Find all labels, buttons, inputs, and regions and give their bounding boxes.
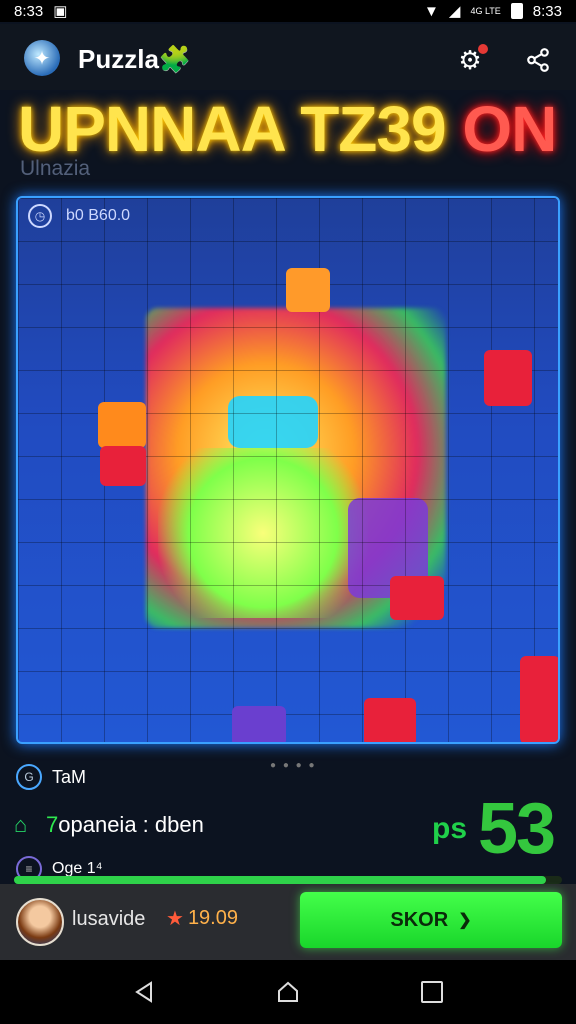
avatar[interactable] <box>16 898 64 946</box>
team-icon: G <box>16 764 42 790</box>
puzzle-board[interactable]: ◷ b0 B60.0 <box>16 196 560 744</box>
loose-piece-orange-left[interactable] <box>98 402 146 448</box>
wifi-icon: ▼ <box>424 2 439 20</box>
status-bar: 8:33 ▣ ▼ ◢ 4G LTE 8:33 <box>0 0 576 22</box>
player-rating: ★ 19.09 <box>166 906 238 931</box>
battery-icon <box>510 3 523 19</box>
score-value: 53 <box>478 789 556 869</box>
skor-button[interactable]: SKOR ❯ <box>300 892 562 948</box>
share-icon <box>527 48 549 72</box>
board-timer-text: b0 B60.0 <box>66 207 131 224</box>
status-time-left: 8:33 <box>14 2 44 20</box>
score-prefix: ps <box>432 812 468 845</box>
loose-piece-red-bottom[interactable] <box>364 698 416 742</box>
notification-badge <box>478 44 488 54</box>
subtitle: Ulnazia <box>20 157 91 180</box>
status-time-right: 8:33 <box>532 2 562 20</box>
home-button[interactable] <box>268 974 308 1010</box>
pager-dots: ● ● ● ● <box>270 760 317 771</box>
share-button[interactable] <box>518 40 558 80</box>
headline-yellow: UPNNAA TZ39 <box>18 93 447 165</box>
back-icon <box>135 981 152 1003</box>
player-rating-value: 19.09 <box>187 907 238 929</box>
progress-number: 7 <box>46 812 59 837</box>
progress-text: opaneia : dben <box>58 812 204 837</box>
player-bar: lusavide ★ 19.09 SKOR ❯ <box>0 884 576 960</box>
network-type: 4G LTE <box>470 5 501 16</box>
loose-piece-red-right[interactable] <box>484 350 532 406</box>
loose-piece-purple-bottom[interactable] <box>232 706 286 742</box>
recent-apps-icon <box>421 981 443 1003</box>
recent-apps-button[interactable] <box>412 974 452 1010</box>
player-name: lusavide <box>72 908 146 930</box>
team-label: TaM <box>52 766 87 787</box>
skor-button-label: SKOR <box>390 908 449 931</box>
clock-icon: ◷ <box>28 204 52 228</box>
board-timer: ◷ b0 B60.0 <box>28 204 130 228</box>
headline-red: ON <box>462 93 557 165</box>
home-nav-icon <box>278 981 298 1002</box>
app-title: Puzzla🧩 <box>78 44 191 75</box>
compass-logo-icon[interactable]: ✦ <box>24 40 60 76</box>
progress-row: ⌂ 7opaneia : dben <box>14 812 204 838</box>
notification-icon: ▣ <box>53 3 68 20</box>
star-icon: ★ <box>166 908 184 930</box>
app-header: ✦ Puzzla🧩 ⚙ <box>0 24 576 90</box>
system-nav-bar <box>0 960 576 1024</box>
loose-piece-red-left[interactable] <box>100 446 146 486</box>
loose-piece-red-mid[interactable] <box>390 576 444 620</box>
puzzle-icon: 🧩 <box>158 44 192 74</box>
signal-icon: ◢ <box>448 3 461 20</box>
home-icon: ⌂ <box>14 812 28 837</box>
back-button[interactable] <box>124 974 164 1010</box>
progress-bar-fill <box>14 876 546 884</box>
headline: UPNNAA TZ39 ON <box>18 92 557 166</box>
team-row: G TaM <box>16 764 86 790</box>
loose-piece-red-corner[interactable] <box>520 656 558 742</box>
settings-button[interactable]: ⚙ <box>450 40 490 80</box>
chevron-right-icon: ❯ <box>458 912 472 929</box>
progress-bar <box>14 876 562 884</box>
loose-piece-orange-top[interactable] <box>286 268 330 312</box>
app-title-text: Puzzla <box>78 44 159 74</box>
